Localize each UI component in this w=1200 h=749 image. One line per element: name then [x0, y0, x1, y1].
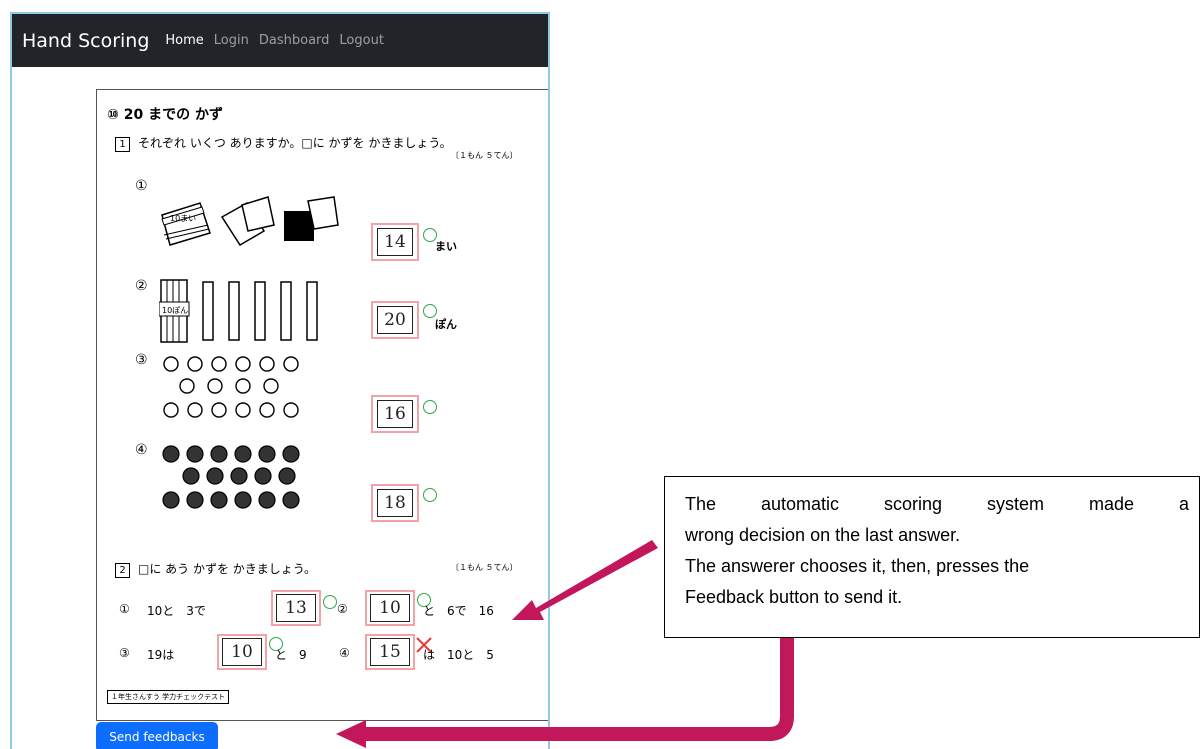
q2-instruction: 2 □に あう かずを かきましょう。 [115, 560, 316, 578]
callout-line-4: Feedback button to send it. [685, 587, 903, 607]
q2-points: 〔１もん ５てん〕 [451, 563, 518, 572]
answer-box-q2-4[interactable]: 15 [365, 634, 415, 670]
brand[interactable]: Hand Scoring [22, 30, 149, 52]
nav-logout[interactable]: Logout [339, 33, 384, 48]
navbar: Hand Scoring Home Login Dashboard Logout [12, 14, 548, 67]
answer-value-q2-4: 15 [370, 638, 410, 666]
item1-number: ① [135, 178, 148, 194]
answer-box-q2-1[interactable]: 13 [271, 590, 321, 626]
item3-number: ③ [135, 352, 148, 368]
browser-frame: Hand Scoring Home Login Dashboard Logout… [10, 12, 550, 749]
q1-instruction: 1 それぞれ いくつ ありますか。□に かずを かきましょう。 [115, 134, 452, 152]
worksheet-image: ⑩ 20 までの かず 1 それぞれ いくつ ありますか。□に かずを かきましょ… [96, 89, 548, 721]
item2-number: ② [135, 278, 148, 294]
worksheet-footer-label: １年生さんすう 学力チェックテスト [107, 690, 230, 704]
answer-box-2[interactable]: 20 [371, 301, 419, 339]
q2-item3-text-pre: 19は [147, 648, 175, 662]
correct-mark-icon [423, 400, 437, 414]
item4-number: ④ [135, 442, 148, 458]
answer-value-q2-2: 10 [370, 594, 410, 622]
answer-box-1[interactable]: 14 [371, 223, 419, 261]
answer-box-3[interactable]: 16 [371, 395, 419, 433]
q2-item3-text-post: と 9 [275, 648, 307, 662]
q2-item4-text: は 10と 5 [423, 648, 494, 662]
correct-mark-icon [423, 488, 437, 502]
q2-item2-number: ② [337, 602, 348, 616]
q2-item2-text: と 6で 16 [423, 604, 494, 618]
svg-text:10まい: 10まい [170, 214, 196, 223]
q2-item4-number: ④ [339, 646, 350, 660]
answer-value-2: 20 [377, 306, 413, 334]
correct-mark-icon [323, 595, 337, 609]
callout-line-2: wrong decision on the last answer. [685, 525, 961, 545]
send-feedbacks-button[interactable]: Send feedbacks [96, 722, 218, 749]
answer-value-q2-3: 10 [222, 638, 262, 666]
q1-number: 1 [115, 137, 130, 152]
balls-illustration [162, 445, 300, 509]
annotation-callout: The automatic scoring system made a wron… [664, 476, 1200, 638]
answer-value-4: 18 [377, 489, 413, 517]
answer-box-q2-2[interactable]: 10 [365, 590, 415, 626]
nav-dashboard[interactable]: Dashboard [259, 33, 330, 48]
q2-item1-text: 10と 3で [147, 604, 206, 618]
svg-text:10ぽん: 10ぽん [162, 306, 188, 315]
worksheet-title: ⑩ 20 までの かず [107, 107, 223, 123]
nav-home[interactable]: Home [165, 33, 203, 48]
callout-line-3: The answerer chooses it, then, presses t… [685, 556, 1030, 576]
answer-value-q2-1: 13 [276, 594, 316, 622]
q2-text: □に あう かずを かきましょう。 [138, 562, 317, 576]
item1-unit: まい [435, 240, 457, 253]
answer-box-4[interactable]: 18 [371, 484, 419, 522]
answer-box-q2-3[interactable]: 10 [217, 634, 267, 670]
item2-unit: ぽん [435, 318, 457, 331]
papers-illustration: 10まい [161, 196, 339, 247]
answer-value-3: 16 [377, 400, 413, 428]
q2-item1-number: ① [119, 602, 130, 616]
apples-illustration [163, 356, 299, 418]
answer-value-1: 14 [377, 228, 413, 256]
nav-login[interactable]: Login [214, 33, 249, 48]
q1-points: 〔１もん ５てん〕 [451, 151, 518, 160]
callout-line-1: The automatic scoring system made a [685, 494, 1189, 514]
q2-number: 2 [115, 563, 130, 578]
q2-item3-number: ③ [119, 646, 130, 660]
q1-text: それぞれ いくつ ありますか。□に かずを かきましょう。 [138, 136, 452, 150]
pencils-illustration: 10ぽん [159, 279, 318, 343]
